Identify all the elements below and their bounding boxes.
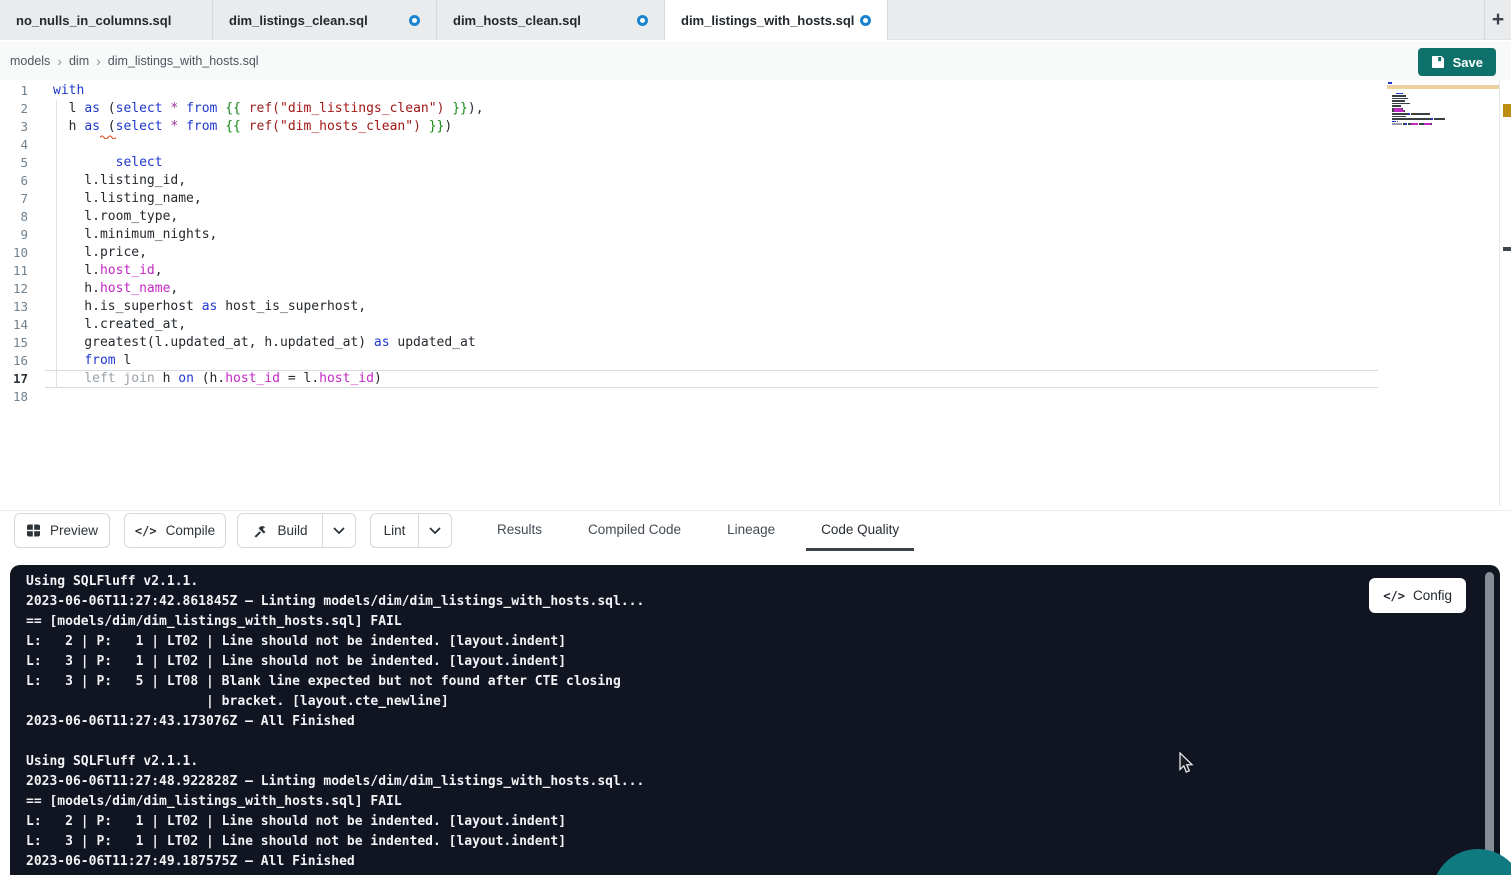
file-tab-label: dim_hosts_clean.sql [453,13,581,28]
code-line: l.listing_name, [53,190,484,208]
chevron-down-icon [429,527,441,535]
panel-tab-results[interactable]: Results [482,511,557,551]
tabs-container: no_nulls_in_columns.sql dim_listings_clea… [0,0,888,40]
build-label: Build [277,523,307,538]
config-button[interactable]: </> Config [1369,578,1466,613]
breadcrumb-item[interactable]: dim [69,54,89,68]
file-tab[interactable]: no_nulls_in_columns.sql [0,0,213,40]
line-number: 17 [0,370,28,388]
preview-button[interactable]: Preview [14,513,110,548]
code-line: h as (select * from {{ ref("dim_hosts_cl… [53,118,484,136]
code-line [53,388,484,406]
hammer-icon [252,523,268,539]
minimap-line [1388,125,1498,128]
minimap-error-highlight [1387,85,1499,89]
terminal-scrollbar[interactable] [1485,572,1494,868]
lint-dropdown-button[interactable] [419,513,452,548]
line-number: 1 [0,82,28,100]
lint-squiggle-icon [100,134,116,139]
breadcrumb: models › dim › dim_listings_with_hosts.sql [10,41,259,80]
line-number: 12 [0,280,28,298]
code-line: l.price, [53,244,484,262]
terminal-panel: Using SQLFluff v2.1.1. 2023-06-06T11:27:… [10,565,1500,875]
line-number: 15 [0,334,28,352]
code-line: l as (select * from {{ ref("dim_listings… [53,100,484,118]
line-number: 2 [0,100,28,118]
file-tab-label: no_nulls_in_columns.sql [16,13,171,28]
preview-label: Preview [50,523,98,538]
panel-tabs: Results Compiled Code Lineage Code Quality [482,511,914,551]
code-line: l.room_type, [53,208,484,226]
line-number: 13 [0,298,28,316]
compile-button[interactable]: </> Compile [124,513,226,548]
ide-window: no_nulls_in_columns.sql dim_listings_clea… [0,0,1511,875]
line-number: 5 [0,154,28,172]
file-tab-label: dim_listings_clean.sql [229,13,368,28]
code-brackets-icon: </> [1383,589,1405,603]
breadcrumb-separator-icon: › [57,53,62,69]
code-line: from l [53,352,484,370]
bottom-toolbar: Preview </> Compile Build Lint Resu [0,510,1511,550]
code-line: with [53,82,484,100]
panel-tab-compiled-code[interactable]: Compiled Code [573,511,696,551]
line-number: 7 [0,190,28,208]
code-line: greatest(l.updated_at, h.updated_at) as … [53,334,484,352]
overview-cursor-marker [1503,247,1511,251]
config-label: Config [1413,588,1452,603]
code-line: left join h on (h.host_id = l.host_id) [53,370,484,388]
tab-bar: no_nulls_in_columns.sql dim_listings_clea… [0,0,1511,40]
breadcrumb-bar: models › dim › dim_listings_with_hosts.sql S… [0,41,1511,80]
code-line: l.listing_id, [53,172,484,190]
terminal-output: Using SQLFluff v2.1.1. 2023-06-06T11:27:… [26,572,644,872]
unsaved-changes-dot-icon [409,15,420,26]
editor-code: with l as (select * from {{ ref("dim_lis… [53,82,484,406]
line-number: 9 [0,226,28,244]
line-number: 4 [0,136,28,154]
breadcrumb-item[interactable]: dim_listings_with_hosts.sql [108,54,259,68]
unsaved-changes-dot-icon [860,15,871,26]
compile-label: Compile [166,523,216,538]
code-line: l.minimum_nights, [53,226,484,244]
line-number: 8 [0,208,28,226]
file-tab[interactable]: dim_listings_clean.sql [213,0,437,40]
lint-button[interactable]: Lint [370,513,419,548]
overview-warning-marker [1503,104,1511,117]
code-line [53,136,484,154]
line-number: 3 [0,118,28,136]
code-brackets-icon: </> [135,524,157,538]
floppy-disk-icon [1431,55,1445,69]
file-tab-label: dim_listings_with_hosts.sql [681,13,854,28]
line-number: 11 [0,262,28,280]
panel-tab-code-quality[interactable]: Code Quality [806,511,914,551]
panel-tab-lineage[interactable]: Lineage [712,511,790,551]
breadcrumb-item[interactable]: models [10,54,50,68]
unsaved-changes-dot-icon [637,15,648,26]
lint-label: Lint [384,523,406,538]
editor-gutter: 123456789101112131415161718 [0,82,28,406]
new-tab-button[interactable]: + [1484,0,1511,40]
breadcrumb-separator-icon: › [96,53,101,69]
file-tab[interactable]: dim_listings_with_hosts.sql [665,0,888,40]
table-grid-icon [26,523,41,538]
code-line: l.host_id, [53,262,484,280]
overview-ruler [1499,80,1500,506]
chevron-down-icon [333,527,345,535]
code-editor[interactable]: 123456789101112131415161718 with l as (s… [0,80,1511,510]
code-line: select [53,154,484,172]
line-number: 10 [0,244,28,262]
line-number: 6 [0,172,28,190]
build-button[interactable]: Build [237,513,323,548]
line-number: 14 [0,316,28,334]
line-number: 18 [0,388,28,406]
build-dropdown-button[interactable] [323,513,356,548]
save-button[interactable]: Save [1418,48,1496,76]
save-label: Save [1453,55,1483,70]
code-line: h.host_name, [53,280,484,298]
line-number: 16 [0,352,28,370]
code-line: h.is_superhost as host_is_superhost, [53,298,484,316]
code-line: l.created_at, [53,316,484,334]
file-tab[interactable]: dim_hosts_clean.sql [437,0,665,40]
